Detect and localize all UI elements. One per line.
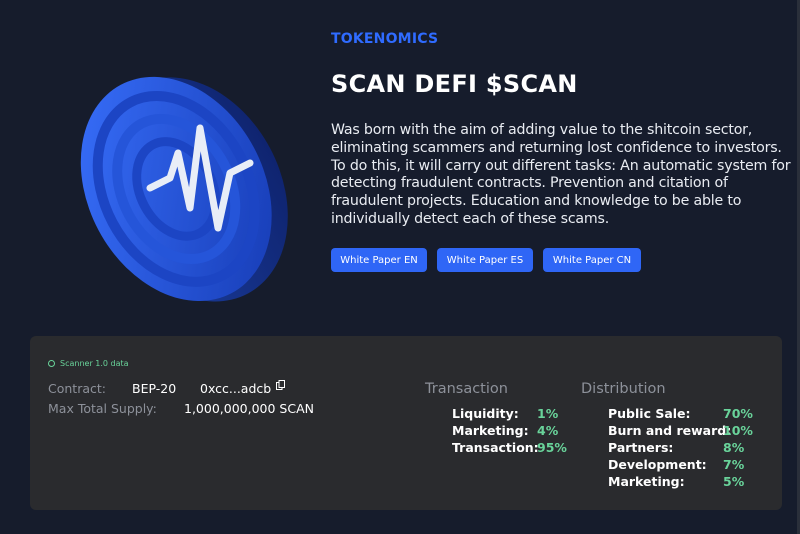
copy-icon[interactable] xyxy=(276,380,285,390)
contract-address[interactable]: 0xcc...adcb xyxy=(200,381,271,396)
transaction-row-value: 4% xyxy=(537,423,559,438)
distribution-row-value: 5% xyxy=(723,474,745,489)
distribution-row-value: 70% xyxy=(723,406,753,421)
transaction-row-value: 1% xyxy=(537,406,559,421)
page-title: SCAN DEFI $SCAN xyxy=(331,70,578,98)
distribution-row-label: Burn and reward: xyxy=(608,423,732,438)
white-paper-en-button[interactable]: White Paper EN xyxy=(331,248,427,272)
transaction-row-label: Transaction: xyxy=(452,440,539,455)
distribution-row-label: Development: xyxy=(608,457,707,472)
transaction-row-value: 95% xyxy=(537,440,567,455)
scanner-badge: Scanner 1.0 data xyxy=(48,359,129,368)
distribution-row-value: 7% xyxy=(723,457,745,472)
project-description: Was born with the aim of adding value to… xyxy=(331,122,791,227)
scanner-badge-label: Scanner 1.0 data xyxy=(60,359,129,368)
supply-value: 1,000,000,000 SCAN xyxy=(184,401,314,416)
distribution-row-label: Public Sale: xyxy=(608,406,691,421)
transaction-row-label: Liquidity: xyxy=(452,406,519,421)
transaction-heading: Transaction xyxy=(425,381,508,397)
distribution-heading: Distribution xyxy=(581,381,666,397)
distribution-row-value: 10% xyxy=(723,423,753,438)
scan-coin-logo xyxy=(80,76,288,302)
white-paper-es-button[interactable]: White Paper ES xyxy=(437,248,533,272)
contract-label: Contract: xyxy=(48,381,106,396)
distribution-row-label: Marketing: xyxy=(608,474,685,489)
contract-network: BEP-20 xyxy=(132,381,177,396)
section-eyebrow: TOKENOMICS xyxy=(331,31,439,47)
supply-label: Max Total Supply: xyxy=(48,401,157,416)
transaction-row-label: Marketing: xyxy=(452,423,529,438)
distribution-row-value: 8% xyxy=(723,440,745,455)
distribution-row-label: Partners: xyxy=(608,440,674,455)
status-dot-icon xyxy=(48,360,55,367)
white-paper-cn-button[interactable]: White Paper CN xyxy=(543,248,641,272)
